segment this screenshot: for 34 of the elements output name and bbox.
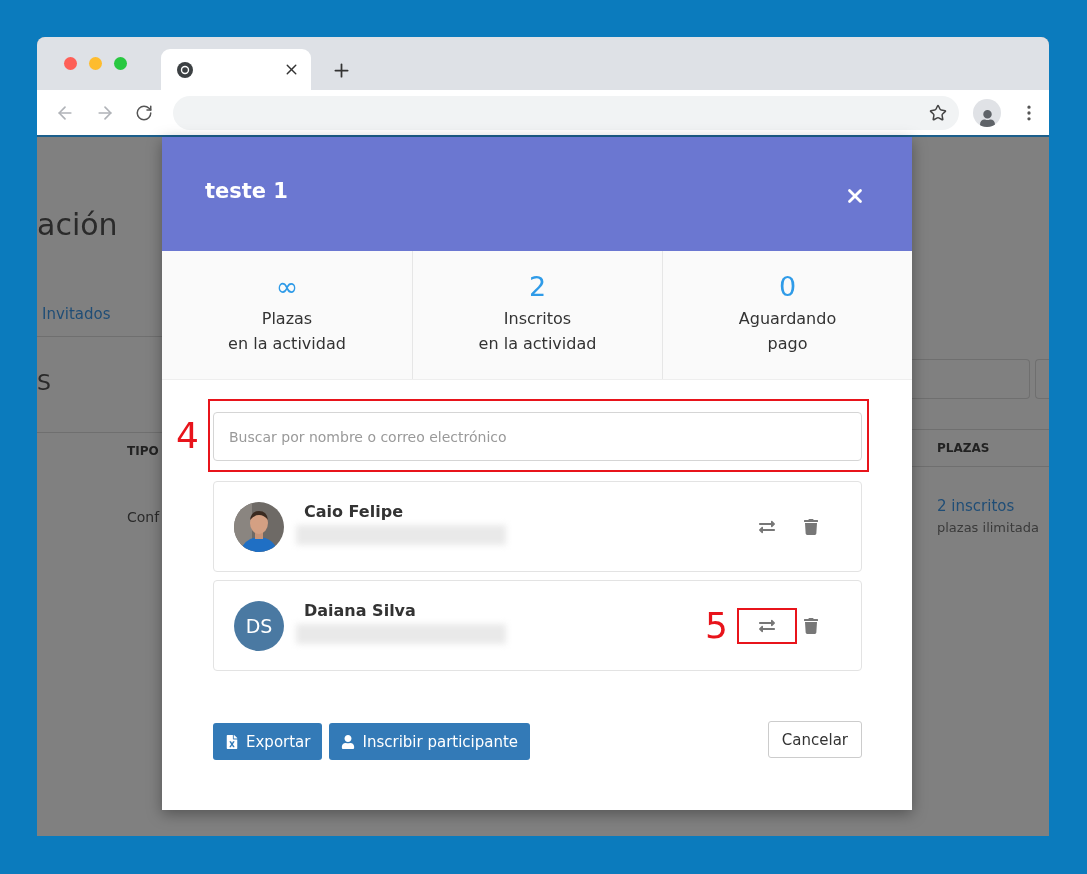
search-field[interactable]: Buscar por nombre o correo electrónico: [213, 412, 862, 461]
cancel-button[interactable]: Cancelar: [767, 721, 862, 758]
swap-arrows-icon: [759, 518, 775, 535]
column-header: PLAZAS: [937, 440, 991, 457]
modal-title: teste 1: [205, 179, 288, 203]
close-window-icon[interactable]: [64, 57, 77, 70]
browser-logo-icon: [176, 60, 194, 79]
participant-name: Daiana Silva: [304, 601, 417, 620]
spreadsheet-file-icon: [225, 734, 239, 749]
annotation-number: 5: [705, 607, 728, 644]
profile-icon[interactable]: [973, 98, 1001, 127]
participant-name: Caio Felipe: [304, 502, 404, 521]
browser-tab[interactable]: [161, 49, 311, 90]
swap-arrows-icon: [759, 617, 775, 634]
column-header: TIPO: [127, 444, 159, 458]
avatar-initials: DS: [234, 600, 284, 651]
person-icon: [341, 734, 356, 749]
trash-icon: [803, 617, 819, 634]
stat-value: 2: [528, 271, 547, 303]
reload-icon[interactable]: [135, 103, 153, 122]
stat-label: Aguardando pago: [738, 308, 837, 355]
export-button[interactable]: Exportar: [213, 723, 323, 760]
stat-label: Inscritos en la actividad: [478, 308, 597, 355]
table-cell: Conf: [127, 509, 160, 525]
trash-icon: [803, 518, 819, 535]
enroll-button[interactable]: Inscribir participante: [329, 723, 531, 760]
stat-value: 0: [778, 271, 797, 303]
table-cell-text: plazas ilimitada: [937, 520, 1040, 535]
filter-field[interactable]: [1035, 359, 1049, 399]
stat-label: Plazas en la actividad: [228, 308, 346, 355]
star-icon[interactable]: [929, 103, 947, 122]
annotation-number: 4: [176, 417, 199, 454]
stat-value: ∞: [275, 271, 299, 303]
page-heading: ación: [37, 207, 119, 244]
